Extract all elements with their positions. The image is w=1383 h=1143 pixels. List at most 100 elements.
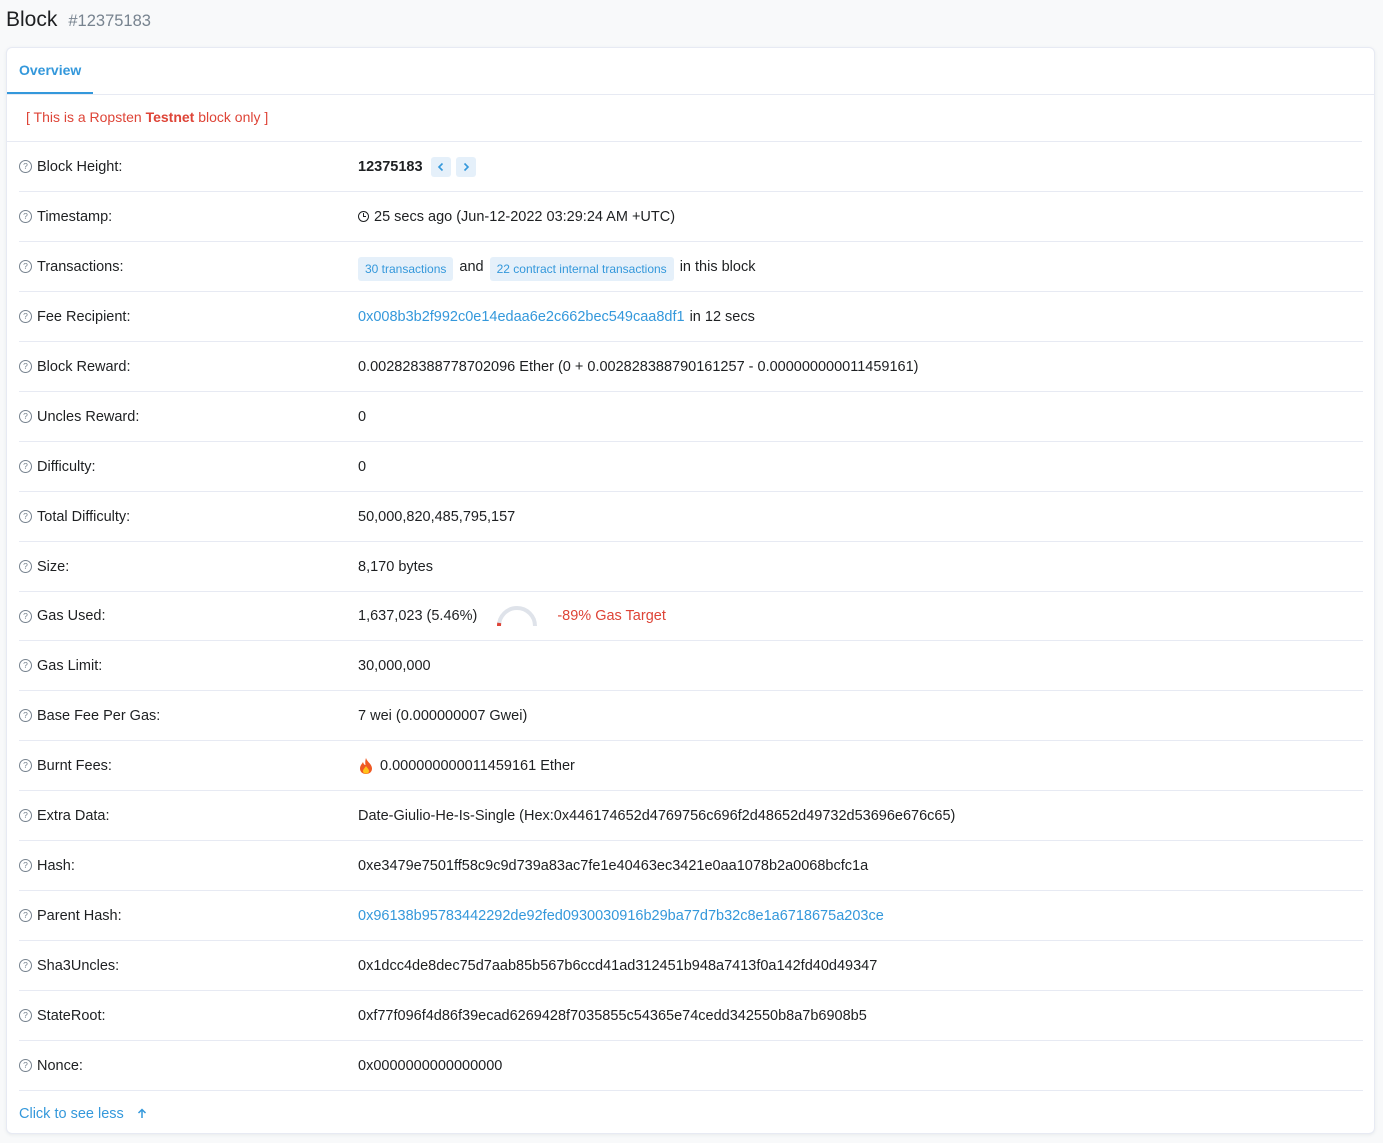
details-list: ? Block Height: 12375183 ? Timestamp: 25 s…	[7, 142, 1374, 1091]
transactions-link[interactable]: 30 transactions	[358, 256, 454, 281]
question-icon[interactable]: ?	[19, 260, 32, 273]
notice-bold: Testnet	[145, 109, 195, 125]
row-parent-hash: ? Parent Hash: 0x96138b95783442292de92fed…	[19, 891, 1363, 941]
question-icon[interactable]: ?	[19, 460, 32, 473]
row-block-reward: ? Block Reward: 0.002828388778702096 Ethe…	[19, 342, 1363, 392]
page-header: Block #12375183	[0, 0, 1383, 44]
notice-prefix: [ This is a Ropsten	[26, 109, 146, 125]
question-icon[interactable]: ?	[19, 909, 32, 922]
row-fee-recipient: ? Fee Recipient: 0x008b3b2f992c0e14edaa6e…	[19, 292, 1363, 342]
see-less-link[interactable]: Click to see less	[7, 1091, 1374, 1136]
question-icon[interactable]: ?	[19, 759, 32, 772]
gas-target: -89% Gas Target	[557, 608, 666, 624]
extra-data-value: Date-Giulio-He-Is-Single (Hex:0x44617465…	[358, 807, 956, 824]
nonce-label: Nonce:	[37, 1057, 83, 1074]
question-icon[interactable]: ?	[19, 859, 32, 872]
extra-data-label: Extra Data:	[37, 807, 110, 824]
row-transactions: ? Transactions: 30 transactions and 22 co…	[19, 242, 1363, 292]
question-icon[interactable]: ?	[19, 959, 32, 972]
chevron-right-icon	[463, 162, 469, 171]
question-icon[interactable]: ?	[19, 360, 32, 373]
row-state-root: ? StateRoot: 0xf77f096f4d86f39ecad6269428…	[19, 991, 1363, 1041]
transactions-label: Transactions:	[37, 258, 124, 275]
total-difficulty-label: Total Difficulty:	[37, 508, 131, 525]
question-icon[interactable]: ?	[19, 659, 32, 672]
row-nonce: ? Nonce: 0x0000000000000000	[19, 1041, 1363, 1091]
question-icon[interactable]: ?	[19, 160, 32, 173]
testnet-notice: [ This is a Ropsten Testnet block only ]	[7, 95, 1362, 142]
burnt-fees-label: Burnt Fees:	[37, 757, 112, 774]
row-gas-limit: ? Gas Limit: 30,000,000	[19, 641, 1363, 691]
difficulty-value: 0	[358, 458, 367, 475]
tab-overview[interactable]: Overview	[7, 48, 93, 94]
prev-block-button[interactable]	[430, 156, 451, 177]
total-difficulty-value: 50,000,820,485,795,157	[358, 508, 516, 525]
row-gas-used: ? Gas Used: 1,637,023 (5.46%) -89% Gas Ta…	[19, 592, 1363, 641]
block-reward-label: Block Reward:	[37, 358, 131, 375]
uncles-reward-label: Uncles Reward:	[37, 408, 140, 425]
chevron-left-icon	[437, 162, 443, 171]
row-base-fee: ? Base Fee Per Gas: 7 wei (0.000000007 Gw…	[19, 691, 1363, 741]
size-label: Size:	[37, 558, 70, 575]
sha3uncles-value: 0x1dcc4de8dec75d7aab85b567b6ccd41ad31245…	[358, 957, 878, 974]
block-height-label: Block Height:	[37, 158, 123, 175]
page-title: Block	[6, 8, 58, 31]
fire-icon	[358, 757, 374, 775]
internal-transactions-link[interactable]: 22 contract internal transactions	[489, 256, 674, 281]
block-number: #12375183	[68, 12, 151, 30]
question-icon[interactable]: ?	[19, 1059, 32, 1072]
gas-limit-label: Gas Limit:	[37, 657, 103, 674]
question-icon[interactable]: ?	[19, 609, 32, 623]
state-root-label: StateRoot:	[37, 1007, 106, 1024]
row-timestamp: ? Timestamp: 25 secs ago (Jun-12-2022 03:…	[19, 192, 1363, 242]
row-difficulty: ? Difficulty: 0	[19, 442, 1363, 492]
question-icon[interactable]: ?	[19, 510, 32, 523]
gas-limit-value: 30,000,000	[358, 657, 431, 674]
row-burnt-fees: ? Burnt Fees: 0.000000000011459161 Ether	[19, 741, 1363, 791]
question-icon[interactable]: ?	[19, 560, 32, 573]
hash-label: Hash:	[37, 857, 75, 874]
block-height-value: 12375183	[358, 158, 423, 175]
fee-recipient-address[interactable]: 0x008b3b2f992c0e14edaa6e2c662bec549caa8d…	[358, 309, 685, 325]
uncles-reward-value: 0	[358, 408, 367, 425]
question-icon[interactable]: ?	[19, 210, 32, 223]
next-block-button[interactable]	[455, 156, 476, 177]
question-icon[interactable]: ?	[19, 410, 32, 423]
question-icon[interactable]: ?	[19, 1009, 32, 1022]
gas-used-value: 1,637,023 (5.46%)	[358, 608, 478, 624]
burnt-fees-value: 0.000000000011459161 Ether	[380, 757, 575, 774]
and-text: and	[459, 258, 484, 275]
question-icon[interactable]: ?	[19, 809, 32, 822]
nonce-value: 0x0000000000000000	[358, 1057, 503, 1074]
arrow-up-icon	[137, 1108, 147, 1119]
question-icon[interactable]: ?	[19, 709, 32, 722]
timestamp-label: Timestamp:	[37, 208, 113, 225]
fee-recipient-suffix: in 12 secs	[689, 308, 755, 325]
row-extra-data: ? Extra Data: Date-Giulio-He-Is-Single (H…	[19, 791, 1363, 841]
row-uncles-reward: ? Uncles Reward: 0	[19, 392, 1363, 442]
question-icon[interactable]: ?	[19, 310, 32, 323]
sha3uncles-label: Sha3Uncles:	[37, 957, 120, 974]
hash-value: 0xe3479e7501ff58c9c9d739a83ac7fe1e40463e…	[358, 857, 869, 874]
gas-gauge-icon	[497, 606, 538, 627]
base-fee-label: Base Fee Per Gas:	[37, 707, 161, 724]
see-less-label: Click to see less	[19, 1105, 124, 1122]
size-value: 8,170 bytes	[358, 558, 433, 575]
row-total-difficulty: ? Total Difficulty: 50,000,820,485,795,15…	[19, 492, 1363, 542]
gas-used-label: Gas Used:	[37, 608, 106, 624]
state-root-value: 0xf77f096f4d86f39ecad6269428f7035855c543…	[358, 1007, 867, 1024]
notice-suffix: block only ]	[194, 109, 269, 125]
timestamp-value: 25 secs ago (Jun-12-2022 03:29:24 AM +UT…	[374, 208, 676, 225]
row-hash: ? Hash: 0xe3479e7501ff58c9c9d739a83ac7fe1…	[19, 841, 1363, 891]
fee-recipient-label: Fee Recipient:	[37, 308, 131, 325]
transactions-suffix: in this block	[679, 258, 756, 275]
row-sha3uncles: ? Sha3Uncles: 0x1dcc4de8dec75d7aab85b567b…	[19, 941, 1363, 991]
parent-hash-label: Parent Hash:	[37, 907, 122, 924]
base-fee-value: 7 wei (0.000000007 Gwei)	[358, 707, 528, 724]
tab-bar: Overview	[7, 48, 1374, 95]
parent-hash-link[interactable]: 0x96138b95783442292de92fed0930030916b29b…	[358, 908, 884, 924]
block-reward-value: 0.002828388778702096 Ether (0 + 0.002828…	[358, 358, 919, 375]
clock-icon	[358, 211, 369, 222]
overview-card: Overview [ This is a Ropsten Testnet blo…	[6, 47, 1375, 1134]
row-block-height: ? Block Height: 12375183	[19, 142, 1363, 192]
